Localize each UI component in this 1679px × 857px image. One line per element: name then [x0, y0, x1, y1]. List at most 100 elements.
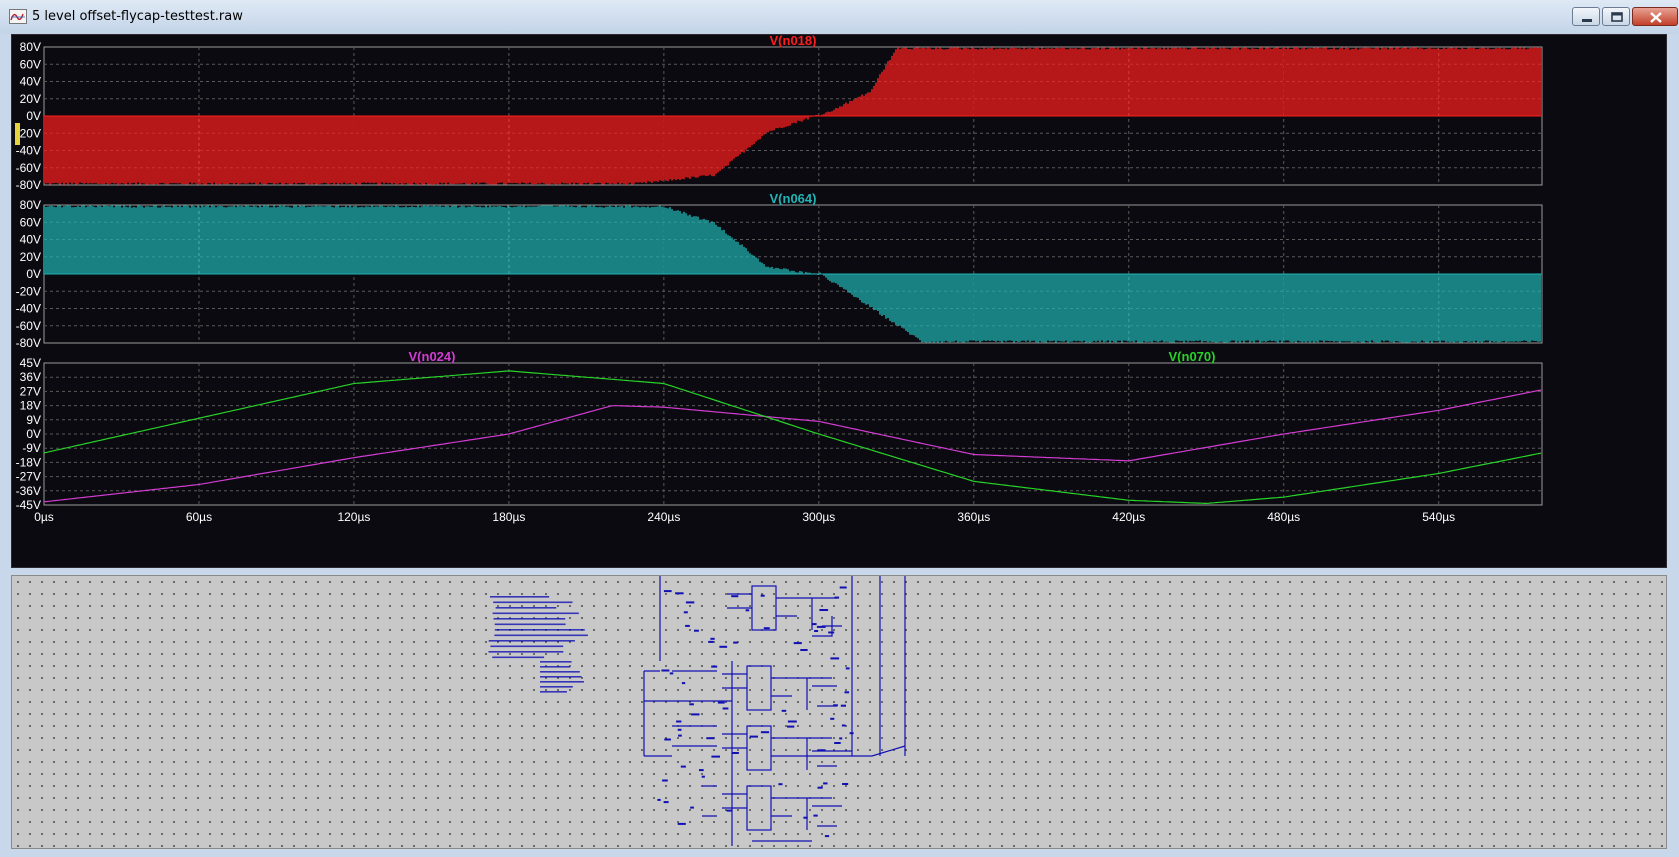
x-tick-label: 120µs [337, 510, 370, 524]
schematic-component [694, 629, 699, 632]
schematic-view[interactable] [11, 575, 1667, 849]
schematic-component [830, 717, 835, 720]
schematic-component [813, 814, 818, 817]
spice-directive-line [490, 645, 564, 648]
x-tick-label: 480µs [1267, 510, 1300, 524]
y-tick-label: 20V [20, 250, 41, 264]
x-tick-label: 360µs [957, 510, 990, 524]
app-icon [9, 9, 27, 24]
close-icon [1650, 12, 1662, 23]
pane-splitter[interactable] [0, 568, 1679, 575]
schematic-component [763, 627, 770, 630]
spice-directive-line [540, 686, 573, 688]
series-title[interactable]: V(n018) [770, 35, 817, 48]
y-tick-label: -40V [16, 302, 41, 316]
y-tick-label: 45V [20, 356, 41, 370]
schematic-component [781, 709, 787, 712]
schematic-component [828, 631, 835, 634]
schematic-drawing[interactable] [12, 576, 1666, 848]
schematic-component [711, 665, 718, 668]
schematic-component [839, 586, 847, 589]
x-tick-label: 540µs [1422, 510, 1455, 524]
minimize-icon [1582, 19, 1592, 22]
spice-directive-line [490, 596, 550, 598]
y-tick-label: 0V [26, 267, 41, 281]
plot-pane-2[interactable]: 80V 60V 40V 20V 0V -20V -40V -60V -80V V(n064) [16, 191, 1543, 350]
y-tick-label: -80V [16, 178, 41, 192]
waveform-viewer-window: 5 level offset-flycap-testtest.raw 80V 60… [0, 0, 1679, 857]
schematic-component [662, 779, 668, 782]
schematic-component [717, 701, 725, 704]
series-title[interactable]: V(n064) [770, 191, 817, 206]
schematic-wires[interactable] [643, 576, 906, 846]
plot-area[interactable]: 80V 60V 40V 20V 0V -20V -40V -60V -80V V(n018) 80V… [11, 34, 1667, 568]
schematic-component [681, 682, 686, 685]
schematic-component [814, 630, 819, 632]
spice-directive-line [540, 681, 584, 683]
schematic-component [680, 765, 686, 768]
schematic-component [657, 798, 661, 801]
spice-directive-line [494, 634, 588, 637]
schematic-component [834, 742, 841, 744]
maximize-icon [1611, 12, 1623, 22]
schematic-component [816, 625, 826, 628]
y-tick-label: 0V [26, 109, 41, 123]
y-tick-label: 40V [20, 75, 41, 89]
schematic-component [664, 738, 671, 741]
schematic-ic[interactable] [746, 785, 772, 831]
cursor-marker[interactable] [15, 123, 20, 145]
waveform-plots[interactable]: 80V 60V 40V 20V 0V -20V -40V -60V -80V V(n018) 80V… [12, 35, 1666, 567]
schematic-component [833, 704, 838, 707]
schematic-component [726, 809, 732, 812]
schematic-ic[interactable] [751, 585, 777, 631]
y-tick-label: -36V [16, 484, 41, 498]
y-tick-label: -20V [16, 284, 41, 298]
x-tick-label: 60µs [186, 510, 212, 524]
schematic-component [683, 611, 688, 614]
schematic-component [690, 806, 694, 809]
spice-directive-line [495, 607, 557, 609]
x-tick-label: 0µs [34, 510, 54, 524]
schematic-component [678, 734, 682, 737]
schematic-component [685, 624, 690, 627]
minimize-button[interactable] [1572, 7, 1600, 26]
schematic-component [722, 707, 729, 710]
series-title[interactable]: V(n070) [1169, 349, 1216, 364]
x-tick-label: 420µs [1112, 510, 1145, 524]
y-tick-label: -60V [16, 319, 41, 333]
schematic-component [676, 720, 682, 723]
spice-directive-line [540, 676, 582, 678]
schematic-component [661, 669, 670, 672]
schematic-component [706, 737, 715, 740]
spice-directive-line [540, 691, 567, 693]
y-tick-label: 80V [20, 40, 41, 54]
y-tick-label: 60V [20, 57, 41, 71]
x-tick-label: 300µs [802, 510, 835, 524]
schematic-component [817, 749, 826, 752]
close-button[interactable] [1632, 7, 1678, 26]
schematic-component [823, 782, 828, 785]
schematic-component [691, 713, 700, 716]
plot-pane-1[interactable]: 80V60V40V20V0V-20V-40V-60V-80VV(n018) [16, 35, 1543, 192]
y-tick-label: 40V [20, 233, 41, 247]
spice-directive-line [493, 618, 566, 620]
title-bar[interactable]: 5 level offset-flycap-testtest.raw [0, 0, 1679, 34]
schematic-component [669, 672, 674, 675]
y-tick-label: 80V [20, 198, 41, 212]
y-tick-label: 9V [26, 413, 41, 427]
schematic-ic[interactable] [746, 665, 772, 711]
spice-directive-line [488, 651, 564, 653]
x-tick-label: 180µs [492, 510, 525, 524]
schematic-component [699, 769, 704, 772]
schematic-component [749, 735, 758, 738]
plot-pane-3[interactable]: 45V36V27V18V9V0V-9V-18V-27V-36V-45VV(n02… [16, 349, 1543, 524]
y-tick-label: 0V [26, 427, 41, 441]
schematic-component [830, 657, 840, 660]
schematic-component [675, 592, 684, 595]
y-tick-label: -40V [16, 144, 41, 158]
schematic-component [710, 637, 715, 640]
y-tick-label: 18V [20, 399, 41, 413]
spice-directive-line [540, 661, 572, 663]
maximize-button[interactable] [1602, 7, 1630, 26]
series-title[interactable]: V(n024) [409, 349, 456, 364]
